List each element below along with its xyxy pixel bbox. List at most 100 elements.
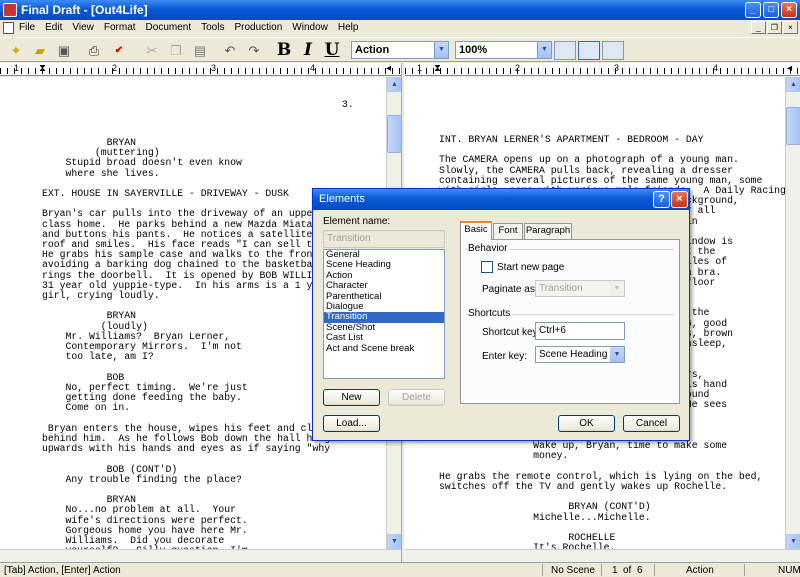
page-view-button[interactable] (602, 41, 624, 60)
start-new-page-label: Start new page (497, 262, 565, 273)
enter-key-value: Scene Heading (539, 349, 608, 360)
menu-item-file[interactable]: File (19, 22, 35, 33)
load-button[interactable]: Load... (323, 415, 380, 432)
dialog-title: Elements (313, 189, 689, 210)
chevron-down-icon[interactable]: ▼ (537, 42, 551, 58)
paste-icon[interactable]: ▤ (190, 41, 210, 60)
element-name-label: Element name: (323, 216, 391, 227)
toolbar: ✦ ▰ ▣ ⎙ ✔ ✂ ❐ ▤ ↶ ↷ B I U Action ▼ 100% … (0, 37, 800, 62)
behavior-group-label: Behavior (468, 243, 510, 254)
zoom-combo-value: 100% (459, 44, 488, 56)
left-ruler[interactable]: ⧗ ◂ 1234 (0, 63, 401, 76)
menu-item-format[interactable]: Format (104, 22, 136, 33)
status-num: NUM (778, 565, 800, 576)
new-element-button[interactable]: New (323, 389, 380, 406)
open-folder-icon[interactable]: ▰ (30, 41, 50, 60)
right-vertical-scrollbar[interactable]: ▲ ▼ (785, 77, 800, 549)
tab-font[interactable]: Font (493, 223, 523, 239)
menu-item-production[interactable]: Production (234, 22, 282, 33)
zoom-combo[interactable]: 100% ▼ (455, 41, 552, 59)
doc-restore-button[interactable]: ❐ (767, 21, 782, 34)
left-indent-marker[interactable]: ⧗ (39, 63, 46, 74)
normal-view-button[interactable] (554, 41, 576, 60)
chevron-up-icon[interactable]: ▲ (387, 77, 402, 92)
chevron-down-icon[interactable]: ▼ (786, 534, 800, 549)
chevron-down-icon[interactable]: ▼ (610, 347, 624, 362)
left-script-text[interactable]: BRYAN (muttering) Stupid broad doesn't e… (42, 137, 336, 549)
shortcuts-group-label: Shortcuts (468, 308, 513, 319)
bold-button[interactable]: B (274, 41, 294, 60)
element-list-item[interactable]: Cast List (324, 332, 444, 343)
doc-close-button[interactable]: × (783, 21, 798, 34)
right-ruler[interactable]: ⧗ ◂ 1234 (405, 63, 800, 76)
document-icon[interactable] (3, 22, 14, 34)
cancel-button[interactable]: Cancel (623, 415, 680, 432)
scroll-thumb[interactable] (387, 115, 402, 153)
chevron-down-icon[interactable]: ▼ (434, 42, 448, 58)
left-horizontal-scrollbar[interactable] (0, 549, 401, 562)
chevron-down-icon[interactable]: ▼ (387, 534, 402, 549)
menu-item-tools[interactable]: Tools (201, 22, 224, 33)
copy-icon[interactable]: ❐ (166, 41, 186, 60)
element-name-field[interactable]: Transition (323, 230, 445, 248)
menu-item-help[interactable]: Help (338, 22, 359, 33)
status-page-of: of (623, 565, 632, 576)
italic-button[interactable]: I (298, 41, 318, 60)
status-hint: [Tab] Action, [Enter] Action (4, 565, 121, 576)
paginate-as-value: Transition (539, 283, 583, 294)
element-list-item[interactable]: Character (324, 280, 444, 291)
left-indent-marker[interactable]: ⧗ (434, 63, 441, 74)
split-view-button[interactable] (578, 41, 600, 60)
menu-item-edit[interactable]: Edit (45, 22, 62, 33)
scroll-thumb[interactable] (786, 107, 800, 145)
print-icon[interactable]: ⎙ (84, 41, 104, 60)
cut-icon[interactable]: ✂ (142, 41, 162, 60)
title-bar: Final Draft - [Out4Life] _ □ × (0, 0, 800, 20)
window-title: Final Draft - [Out4Life] (21, 3, 148, 17)
paginate-as-select[interactable]: Transition ▼ (535, 280, 625, 297)
right-horizontal-scrollbar[interactable] (405, 549, 800, 562)
shortcut-key-label: Shortcut key: (482, 327, 541, 338)
chevron-down-icon[interactable]: ▼ (610, 281, 624, 296)
start-new-page-checkbox[interactable] (481, 261, 493, 273)
element-combo-value: Action (355, 44, 390, 56)
menu-item-document[interactable]: Document (146, 22, 192, 33)
status-page-current: 1 (612, 565, 618, 576)
chevron-up-icon[interactable]: ▲ (786, 77, 800, 92)
basic-tab-panel: Behavior Start new page Paginate as: Tra… (460, 239, 680, 404)
dialog-help-button[interactable]: ? (653, 191, 670, 208)
status-element: Action (686, 565, 714, 576)
dialog-close-button[interactable]: × (671, 191, 688, 208)
new-document-icon[interactable]: ✦ (6, 41, 26, 60)
element-list-item[interactable]: Act and Scene break (324, 343, 444, 354)
delete-element-button[interactable]: Delete (388, 389, 445, 406)
maximize-button[interactable]: □ (763, 2, 779, 18)
shortcut-key-input[interactable]: Ctrl+6 (535, 322, 625, 340)
spellcheck-icon[interactable]: ✔ (109, 41, 129, 60)
app-icon[interactable] (3, 3, 17, 17)
tab-basic[interactable]: Basic (460, 221, 492, 240)
ok-button[interactable]: OK (558, 415, 615, 432)
page-number: 3. (342, 99, 354, 110)
doc-minimize-button[interactable]: _ (751, 21, 766, 34)
redo-icon[interactable]: ↷ (244, 41, 264, 60)
minimize-button[interactable]: _ (745, 2, 761, 18)
menu-item-window[interactable]: Window (292, 22, 328, 33)
undo-icon[interactable]: ↶ (220, 41, 240, 60)
status-bar: [Tab] Action, [Enter] Action No Scene 1 … (0, 562, 800, 577)
status-scene: No Scene (551, 565, 595, 576)
save-icon[interactable]: ▣ (54, 41, 74, 60)
close-button[interactable]: × (781, 2, 797, 18)
tab-paragraph[interactable]: Paragraph (524, 223, 572, 239)
enter-key-select[interactable]: Scene Heading ▼ (535, 346, 625, 363)
menu-bar: File Edit View Format Document Tools Productio… (0, 20, 800, 36)
element-list[interactable]: General Scene Heading Action Character Paren… (323, 249, 445, 379)
right-indent-marker[interactable]: ◂ (787, 63, 792, 74)
element-combo[interactable]: Action ▼ (351, 41, 449, 59)
paginate-as-label: Paginate as: (482, 284, 538, 295)
enter-key-label: Enter key: (482, 351, 528, 362)
status-page-total: 6 (637, 565, 643, 576)
underline-button[interactable]: U (322, 41, 342, 60)
right-indent-marker[interactable]: ◂ (386, 63, 391, 74)
menu-item-view[interactable]: View (72, 22, 94, 33)
